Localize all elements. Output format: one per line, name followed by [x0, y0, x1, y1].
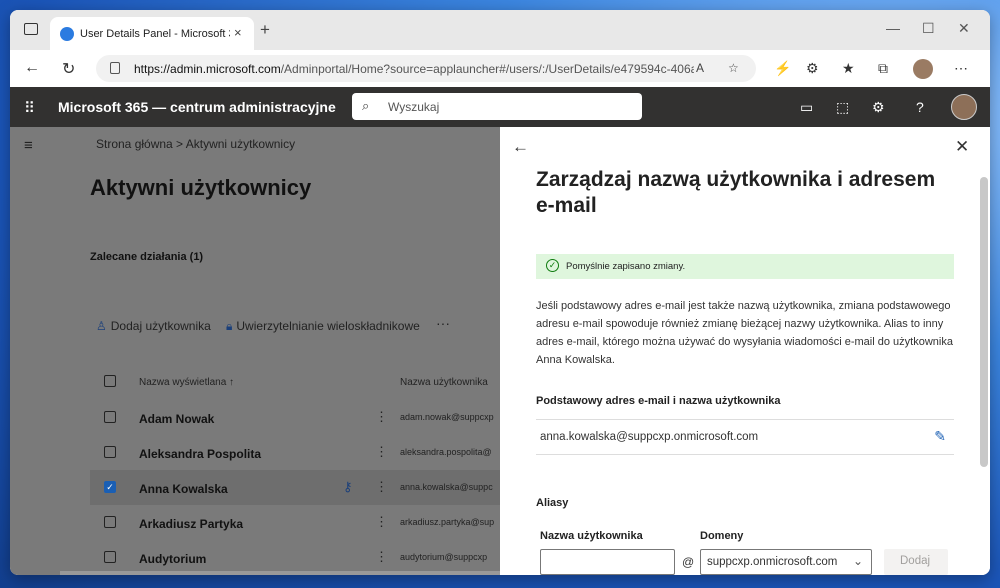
settings-icon[interactable]: ⚙ [872, 99, 885, 116]
column-username[interactable]: Nazwa użytkownika [400, 377, 488, 388]
primary-email-heading: Podstawowy adres e-mail i nazwa użytkown… [536, 395, 781, 407]
aliases-heading: Aliasy [536, 497, 569, 509]
search-input[interactable]: ⌕ Wyszukaj [352, 93, 642, 120]
refresh-icon[interactable]: ↻ [62, 59, 75, 79]
panel-description: Jeśli podstawowy adres e-mail jest także… [536, 300, 953, 366]
primary-email-row: anna.kowalska@suppcxp.onmicrosoft.com ✎ [536, 419, 954, 455]
more-commands-button[interactable]: ··· [436, 315, 450, 331]
row-display-name[interactable]: Audytorium [139, 552, 206, 566]
row-username: adam.nowak@suppcxp [400, 412, 494, 422]
tab-actions-icon[interactable] [24, 23, 38, 35]
search-placeholder: Wyszukaj [388, 100, 440, 114]
back-arrow-icon[interactable]: ← [512, 137, 529, 157]
avatar[interactable] [951, 94, 977, 120]
minimize-icon[interactable]: — [886, 20, 900, 36]
table-row[interactable]: Audytorium ⋮ audytorium@suppcxp [90, 540, 500, 575]
at-sign: @ [682, 555, 695, 569]
settings-more-icon[interactable]: ⋯ [954, 60, 968, 77]
domain-selected: suppcxp.onmicrosoft.com [707, 556, 838, 568]
close-tab-icon[interactable]: × [234, 25, 242, 40]
recommended-actions[interactable]: Zalecane działania (1) [90, 251, 203, 263]
table-row[interactable]: Aleksandra Pospolita ⋮ aleksandra.pospol… [90, 435, 500, 470]
panel-title: Zarządzaj nazwą użytkownika i adresem e-… [536, 168, 936, 217]
mfa-button[interactable]: 🔒︎ Uwierzytelnianie wieloskładnikowe [226, 319, 420, 334]
extensions-icon[interactable]: ⚙ [806, 60, 819, 77]
row-display-name[interactable]: Anna Kowalska [139, 482, 228, 496]
key-icon[interactable]: ⚷ [343, 479, 353, 495]
close-window-icon[interactable]: ✕ [958, 20, 970, 37]
url-text[interactable]: https://admin.microsoft.com/Adminportal/… [134, 62, 694, 76]
primary-email: anna.kowalska@suppcxp.onmicrosoft.com [540, 431, 759, 443]
add-user-button[interactable]: ♙ Dodaj użytkownika [96, 319, 211, 333]
success-banner: ✓ Pomyślnie zapisano zmiany. [536, 254, 954, 279]
tab-title: User Details Panel - Microsoft 365 [80, 28, 230, 40]
row-more-icon[interactable]: ⋮ [375, 444, 388, 460]
tab-bar: User Details Panel - Microsoft 365 × + —… [10, 10, 990, 50]
back-icon[interactable]: ← [24, 59, 40, 77]
add-person-icon: ♙ [96, 319, 107, 333]
row-username: aleksandra.pospolita@ [400, 447, 492, 457]
row-more-icon[interactable]: ⋮ [375, 549, 388, 565]
row-username: anna.kowalska@suppc [400, 482, 493, 492]
row-display-name[interactable]: Arkadiusz Partyka [139, 517, 243, 531]
row-username: audytorium@suppcxp [400, 552, 488, 562]
chevron-down-icon: ⌄ [852, 554, 863, 568]
browser-tab[interactable]: User Details Panel - Microsoft 365 × [50, 17, 254, 50]
row-checkbox[interactable] [104, 446, 116, 458]
collections-icon[interactable]: ⧉ [878, 60, 888, 77]
help-icon[interactable]: ? [916, 99, 924, 115]
app-launcher-icon[interactable]: ⠿ [24, 99, 35, 117]
breadcrumb[interactable]: Strona główna > Aktywni użytkownicy [96, 137, 295, 151]
extension-icon[interactable]: ⚡ [774, 60, 791, 77]
column-display-name[interactable]: Nazwa wyświetlana ↑ [139, 377, 234, 388]
row-checkbox[interactable] [104, 551, 116, 563]
panel-scrollbar[interactable] [980, 177, 988, 467]
horizontal-scrollbar[interactable] [60, 571, 500, 575]
browser-window: User Details Panel - Microsoft 365 × + —… [10, 10, 990, 575]
users-page: ≡ Strona główna > Aktywni użytkownicy Ak… [10, 127, 500, 575]
maximize-icon[interactable]: ☐ [922, 20, 935, 37]
row-checkbox-checked[interactable]: ✓ [104, 481, 116, 493]
menu-icon[interactable]: ≡ [24, 137, 33, 154]
table-row[interactable]: Adam Nowak ⋮ adam.nowak@suppcxp [90, 400, 500, 435]
download-icon[interactable]: ⬚ [836, 99, 849, 116]
suite-header: ⠿ Microsoft 365 — centrum administracyjn… [10, 87, 990, 127]
row-display-name[interactable]: Adam Nowak [139, 412, 214, 426]
manage-username-panel: ← ✕ Zarządzaj nazwą użytkownika i adrese… [500, 127, 990, 575]
row-username: arkadiusz.partyka@sup [400, 517, 495, 527]
select-all-checkbox[interactable] [104, 375, 116, 387]
row-more-icon[interactable]: ⋮ [375, 479, 388, 495]
add-alias-label: Dodaj [900, 555, 931, 567]
favorites-icon[interactable]: ★ [842, 60, 855, 77]
suite-title[interactable]: Microsoft 365 — centrum administracyjne [58, 99, 336, 115]
username-label: Nazwa użytkownika [540, 530, 643, 542]
add-alias-button[interactable]: Dodaj [884, 549, 948, 575]
close-icon[interactable]: ✕ [955, 137, 969, 157]
domain-select[interactable]: suppcxp.onmicrosoft.com ⌄ [700, 549, 872, 575]
row-more-icon[interactable]: ⋮ [375, 409, 388, 425]
read-aloud-icon[interactable]: A [696, 61, 704, 75]
domains-label: Domeny [700, 530, 744, 542]
address-row: ← ↻ https://admin.microsoft.com/Adminpor… [10, 50, 990, 87]
new-tab-button[interactable]: + [260, 20, 270, 40]
lock-icon [110, 62, 120, 74]
row-checkbox[interactable] [104, 411, 116, 423]
row-checkbox[interactable] [104, 516, 116, 528]
search-icon: ⌕ [362, 98, 370, 113]
page-title: Aktywni użytkownicy [90, 175, 312, 200]
row-more-icon[interactable]: ⋮ [375, 514, 388, 530]
success-message: Pomyślnie zapisano zmiany. [566, 261, 686, 272]
table-row[interactable]: Arkadiusz Partyka ⋮ arkadiusz.partyka@su… [90, 505, 500, 540]
lock-icon: 🔒︎ [226, 319, 233, 333]
profile-icon[interactable] [913, 59, 933, 79]
microsoft-365-favicon-icon [60, 27, 74, 41]
address-bar[interactable]: https://admin.microsoft.com/Adminportal/… [96, 55, 756, 82]
checkmark-circle-icon: ✓ [546, 259, 559, 272]
favorite-add-icon[interactable]: ☆ [728, 61, 739, 75]
edit-pencil-icon[interactable]: ✎ [934, 428, 946, 445]
terminal-icon[interactable]: ▭ [800, 99, 813, 116]
row-display-name[interactable]: Aleksandra Pospolita [139, 447, 261, 461]
table-row-selected[interactable]: ✓ Anna Kowalska ⚷ ⋮ anna.kowalska@suppc [90, 470, 500, 505]
alias-username-input[interactable] [540, 549, 675, 575]
